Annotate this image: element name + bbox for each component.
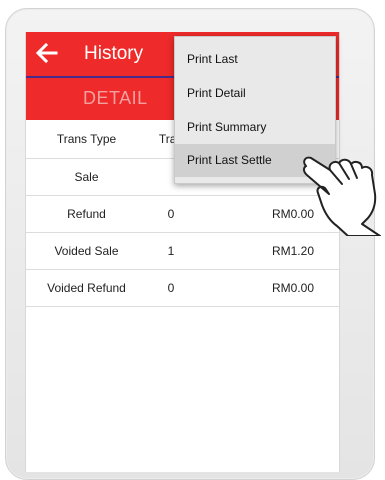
header-trans-type: Trans Type xyxy=(56,132,117,146)
row-count: 0 xyxy=(167,281,175,295)
menu-item-print-detail[interactable]: Print Detail xyxy=(175,77,335,110)
row-type: Voided Sale xyxy=(54,244,119,258)
row-type: Sale xyxy=(74,170,99,184)
menu-item-print-summary[interactable]: Print Summary xyxy=(175,111,335,144)
row-amount: RM1.20 xyxy=(271,244,314,258)
table-row: Refund 0 RM0.00 xyxy=(26,196,339,233)
tab-detail[interactable]: DETAIL xyxy=(83,88,148,109)
page-title: History xyxy=(84,43,144,64)
pointing-hand-icon xyxy=(302,156,381,236)
row-type: Voided Refund xyxy=(47,281,126,295)
table-row: Voided Sale 1 RM1.20 xyxy=(26,233,339,270)
table-row: Voided Refund 0 RM0.00 xyxy=(26,270,339,307)
row-count: 1 xyxy=(167,244,175,258)
row-type: Refund xyxy=(67,207,106,221)
row-amount: RM0.00 xyxy=(271,281,314,295)
menu-item-print-last[interactable]: Print Last xyxy=(175,43,335,76)
arrow-left-icon[interactable] xyxy=(34,40,60,66)
row-count: 0 xyxy=(167,207,175,221)
